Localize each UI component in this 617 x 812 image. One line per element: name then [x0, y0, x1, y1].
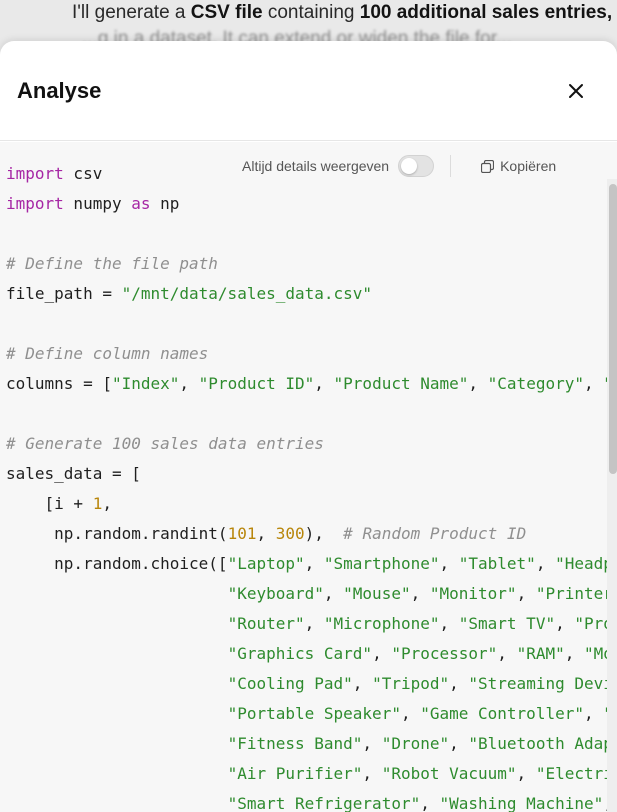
code-line: "Cooling Pad", "Tripod", "Streaming Devi [227, 674, 613, 693]
scrollbar-thumb[interactable] [609, 184, 617, 474]
code-line: "Air Purifier", "Robot Vacuum", "Electri [227, 764, 613, 783]
code-line: # Define column names [6, 344, 209, 363]
code-line: import numpy as np [6, 194, 180, 213]
analysis-panel: Analyse Altijd details weergeven Kopiëre… [0, 41, 617, 812]
panel-header: Analyse [0, 41, 617, 141]
code-line: np.random.randint(101, 300), # Random Pr… [6, 524, 527, 543]
code-line: sales_data = [ [6, 464, 141, 483]
code-scrollbar[interactable] [607, 179, 617, 812]
code-line: "Keyboard", "Mouse", "Monitor", "Printer [227, 584, 613, 603]
code-line: np.random.choice(["Laptop", "Smartphone"… [6, 554, 613, 573]
code-line: columns = ["Index", "Product ID", "Produ… [6, 374, 613, 393]
close-button[interactable] [560, 75, 592, 107]
close-icon [569, 84, 583, 98]
code-line: "Portable Speaker", "Game Controller", " [227, 704, 613, 723]
code-line: file_path = "/mnt/data/sales_data.csv" [6, 284, 373, 303]
code-line: "Graphics Card", "Processor", "RAM", "Mo [227, 644, 613, 663]
panel-title: Analyse [17, 78, 102, 103]
code-content: import csv import numpy as np # Define t… [6, 159, 613, 812]
code-line: "Smart Refrigerator", "Washing Machine", [227, 794, 613, 812]
code-block: Altijd details weergeven Kopiëren import… [0, 142, 617, 812]
code-line: "Router", "Microphone", "Smart TV", "Pro [227, 614, 613, 633]
code-line: # Define the file path [6, 254, 218, 273]
code-line: # Generate 100 sales data entries [6, 434, 324, 453]
code-line: import csv [6, 164, 103, 183]
code-line: "Fitness Band", "Drone", "Bluetooth Adap [227, 734, 613, 753]
code-line: [i + 1, [6, 494, 112, 513]
